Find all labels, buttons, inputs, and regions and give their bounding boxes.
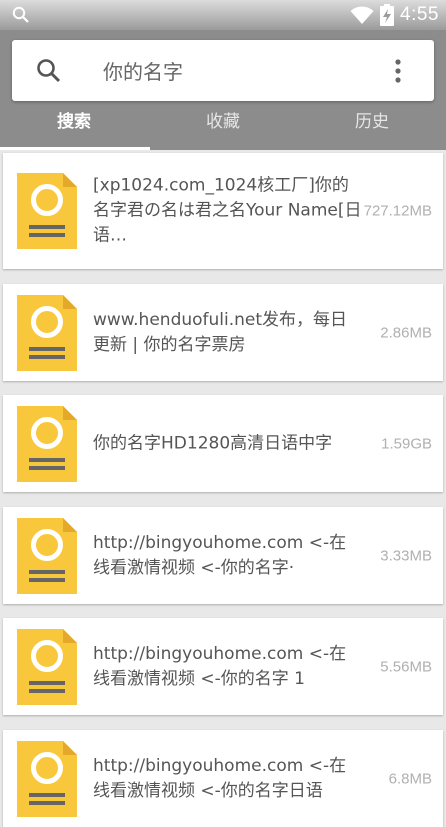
tab-bar: 搜索 收藏 历史 [0,101,446,150]
tab-favorites[interactable]: 收藏 [149,101,297,150]
tab-search[interactable]: 搜索 [0,101,148,150]
status-time: 4:55 [400,4,439,25]
file-name: http://bingyouhome.com <-在线看激情视频 <-你的名字日… [93,755,347,801]
file-icon [17,295,77,371]
wifi-icon [350,6,374,24]
battery-charging-icon [380,4,394,26]
file-icon [17,629,77,705]
result-item[interactable]: www.henduofuli.net发布，每日更新 | 你的名字票房 2.86M… [3,284,443,381]
result-item[interactable]: http://bingyouhome.com <-在线看激情视频 <-你的名字 … [3,618,443,715]
file-name: http://bingyouhome.com <-在线看激情视频 <-你的名字· [93,532,347,578]
more-vert-icon[interactable] [392,58,404,84]
file-name: www.henduofuli.net发布，每日更新 | 你的名字票房 [93,309,348,355]
search-input[interactable]: 你的名字 [103,56,183,85]
file-name: 你的名字HD1280高清日语中字 [93,433,333,453]
result-item[interactable]: http://bingyouhome.com <-在线看激情视频 <-你的名字·… [3,507,443,604]
file-size: 3.33MB [380,547,432,564]
file-icon [17,518,77,594]
app-header: 你的名字 搜索 收藏 历史 [0,30,446,150]
file-size: 1.59GB [381,435,432,452]
search-bar[interactable]: 你的名字 [12,40,434,101]
file-icon [17,173,77,249]
status-bar: 4:55 [0,0,446,30]
result-item[interactable]: http://bingyouhome.com <-在线看激情视频 <-你的名字日… [3,730,443,827]
file-icon [17,741,77,817]
result-list[interactable]: [xp1024.com_1024核工厂]你的名字君の名は君之名Your Name… [0,150,446,827]
search-icon [12,6,29,23]
tab-history[interactable]: 历史 [298,101,446,150]
file-size: 727.12MB [363,202,432,220]
search-icon[interactable] [36,58,62,84]
file-size: 5.56MB [380,658,432,675]
result-item[interactable]: 你的名字HD1280高清日语中字 1.59GB [3,395,443,492]
result-item[interactable]: [xp1024.com_1024核工厂]你的名字君の名は君之名Your Name… [3,153,443,269]
file-size: 2.86MB [380,324,432,341]
file-icon [17,406,77,482]
file-size: 6.8MB [388,770,432,787]
file-name: [xp1024.com_1024核工厂]你的名字君の名は君之名Your Name… [93,175,362,246]
file-name: http://bingyouhome.com <-在线看激情视频 <-你的名字 … [93,643,347,689]
